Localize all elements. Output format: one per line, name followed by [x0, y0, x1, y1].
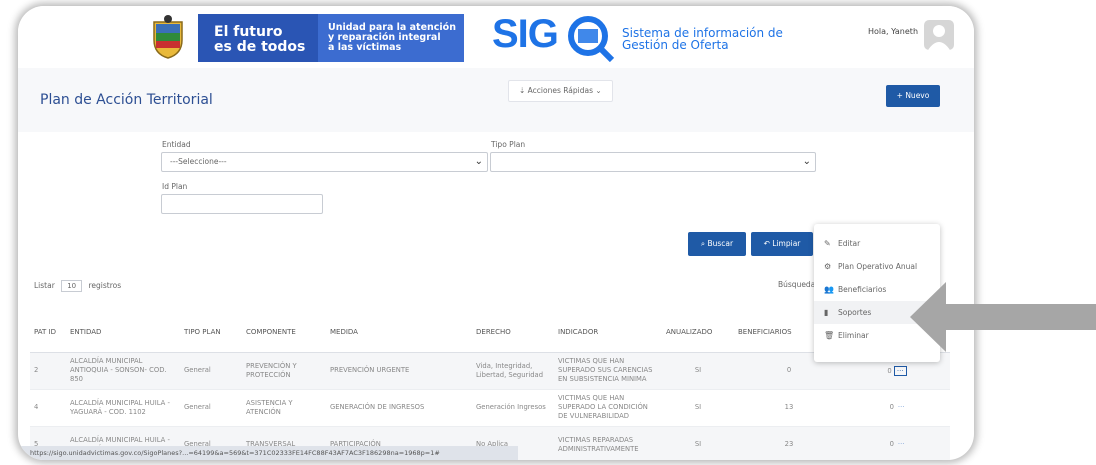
menu-item-label: Eliminar: [838, 331, 869, 340]
user-greeting[interactable]: Hola, Yaneth: [868, 27, 918, 36]
menu-item-label: Soportes: [838, 308, 872, 317]
col-pat-id[interactable]: PAT ID: [30, 312, 66, 353]
menu-item-editar[interactable]: ✎ Editar: [814, 232, 940, 255]
cell-medida: PREVENCIÓN URGENTE: [326, 352, 472, 390]
chevron-down-icon: ⌄: [474, 156, 483, 167]
search-button-label: Buscar: [707, 239, 734, 248]
cell-entidad: ALCALDÍA MUNICIPAL ANTIOQUIA - SONSON- C…: [66, 352, 180, 390]
cell-actions: 0 ···: [844, 426, 950, 460]
menu-item-plan-operativo[interactable]: ⚙ Plan Operativo Anual: [814, 255, 940, 278]
menu-item-label: Editar: [838, 239, 861, 248]
cell-extra: 0: [887, 366, 892, 375]
cell-anualizado: SI: [662, 426, 734, 460]
cell-tipo: General: [180, 389, 242, 427]
browser-status-bar: https://sigo.unidadvictimas.gov.co/SigoP…: [18, 446, 518, 460]
row-actions-menu-icon[interactable]: ···: [898, 403, 904, 411]
entidad-select[interactable]: ---Seleccione--- ⌄: [161, 152, 488, 172]
col-tipo-plan[interactable]: TIPO PLAN: [180, 312, 242, 353]
cell-indicador: VICTIMAS QUE HAN SUPERADO LA CONDICIÓN D…: [554, 389, 662, 427]
clear-button[interactable]: ↶ Limpiar: [751, 232, 813, 256]
brand-line-2: es de todos: [214, 39, 306, 55]
col-anualizado[interactable]: ANUALIZADO: [662, 312, 734, 353]
quick-actions-dropdown[interactable]: ⇣ Acciones Rápidas ⌄: [508, 80, 613, 102]
sigo-subtitle-line-2: Gestión de Oferta: [622, 38, 729, 52]
clear-button-label: Limpiar: [772, 239, 801, 248]
brand-line-1: El futuro: [214, 24, 283, 40]
new-button[interactable]: + Nuevo: [886, 85, 940, 107]
cell-anualizado: SI: [662, 389, 734, 427]
chevron-down-icon: ⌄: [802, 156, 811, 167]
cell-id: 2: [30, 352, 66, 390]
cell-derecho: Vida, Integridad, Libertad, Seguridad: [472, 352, 554, 390]
entidad-label: Entidad: [162, 140, 191, 149]
users-icon: 👥: [824, 285, 834, 294]
quick-search-label: Búsqueda rápida: [778, 280, 818, 289]
sigo-logo: SIG: [492, 12, 559, 56]
table-row[interactable]: 4 ALCALDÍA MUNICIPAL HUILA - YAGUARÁ - C…: [30, 389, 950, 427]
table-header-row: PAT ID ENTIDAD TIPO PLAN COMPONENTE MEDI…: [30, 312, 950, 353]
top-header: El futuro es de todos Unidad para la ate…: [18, 6, 974, 68]
cell-id: 4: [30, 389, 66, 427]
cell-entidad: ALCALDÍA MUNICIPAL HUILA - YAGUARÁ - COD…: [66, 389, 180, 427]
page-size-control: Listar 10 registros: [34, 280, 121, 292]
col-medida[interactable]: MEDIDA: [326, 312, 472, 353]
gears-icon: ⚙: [824, 262, 832, 271]
sigo-subtitle: Sistema de información de Gestión de Ofe…: [622, 27, 783, 51]
sigo-magnifier-icon: [568, 16, 615, 62]
listar-label: Listar: [34, 281, 55, 290]
cell-extra: 0: [889, 403, 894, 411]
col-indicador[interactable]: INDICADOR: [554, 312, 662, 353]
unidad-victimas-banner: Unidad para la atención y reparación int…: [318, 14, 464, 62]
edit-icon: ✎: [824, 239, 831, 248]
page-title: Plan de Acción Territorial: [40, 92, 213, 108]
cell-anualizado: SI: [662, 352, 734, 390]
tipo-plan-label: Tipo Plan: [491, 140, 526, 149]
user-silhouette-icon: [928, 25, 950, 50]
trash-icon: 🗑: [824, 331, 835, 340]
undo-icon: ↶: [763, 239, 773, 248]
menu-item-label: Beneficiarios: [838, 285, 887, 294]
id-plan-input[interactable]: [161, 194, 323, 214]
cell-beneficiarios: 13: [734, 389, 844, 427]
pointer-arrow-icon: [910, 282, 1096, 352]
page-toolbar: Plan de Acción Territorial ⇣ Acciones Rá…: [18, 68, 974, 132]
entidad-selected-value: ---Seleccione---: [170, 157, 227, 166]
registros-label: registros: [88, 281, 122, 290]
col-derecho[interactable]: DERECHO: [472, 312, 554, 353]
cell-indicador: VICTIMAS QUE HAN SUPERADO SUS CARENCIAS …: [554, 352, 662, 390]
search-button[interactable]: ⌕ Buscar: [688, 232, 746, 256]
cell-actions: 0 ···: [844, 389, 950, 427]
cell-componente: PREVENCIÓN Y PROTECCIÓN: [242, 352, 326, 390]
col-componente[interactable]: COMPONENTE: [242, 312, 326, 353]
plans-table: PAT ID ENTIDAD TIPO PLAN COMPONENTE MEDI…: [30, 312, 950, 460]
page-size-select[interactable]: 10: [61, 280, 83, 292]
cell-derecho: Generación Ingresos: [472, 389, 554, 427]
tipo-plan-select[interactable]: ⌄: [490, 152, 816, 172]
row-actions-menu-icon[interactable]: ···: [898, 440, 904, 448]
cell-indicador: VICTIMAS REPARADAS ADMINISTRATIVAMENTE: [554, 426, 662, 460]
table-row[interactable]: 2 ALCALDÍA MUNICIPAL ANTIOQUIA - SONSON-…: [30, 352, 950, 390]
colombia-crest-icon: [153, 15, 183, 59]
id-plan-label: Id Plan: [162, 182, 188, 191]
menu-item-label: Plan Operativo Anual: [838, 262, 918, 271]
row-actions-menu-icon[interactable]: ···: [893, 365, 907, 376]
file-icon: ▮: [824, 308, 829, 317]
cell-beneficiarios: 23: [734, 426, 844, 460]
user-avatar[interactable]: [924, 20, 954, 50]
el-futuro-banner: El futuro es de todos: [198, 14, 318, 62]
cell-extra: 0: [889, 440, 894, 448]
cell-medida: GENERACIÓN DE INGRESOS: [326, 389, 472, 427]
col-entidad[interactable]: ENTIDAD: [66, 312, 180, 353]
cell-tipo: General: [180, 352, 242, 390]
unidad-line-3: a las víctimas: [328, 42, 402, 53]
cell-componente: ASISTENCIA Y ATENCIÓN: [242, 389, 326, 427]
app-window: El futuro es de todos Unidad para la ate…: [18, 6, 974, 460]
